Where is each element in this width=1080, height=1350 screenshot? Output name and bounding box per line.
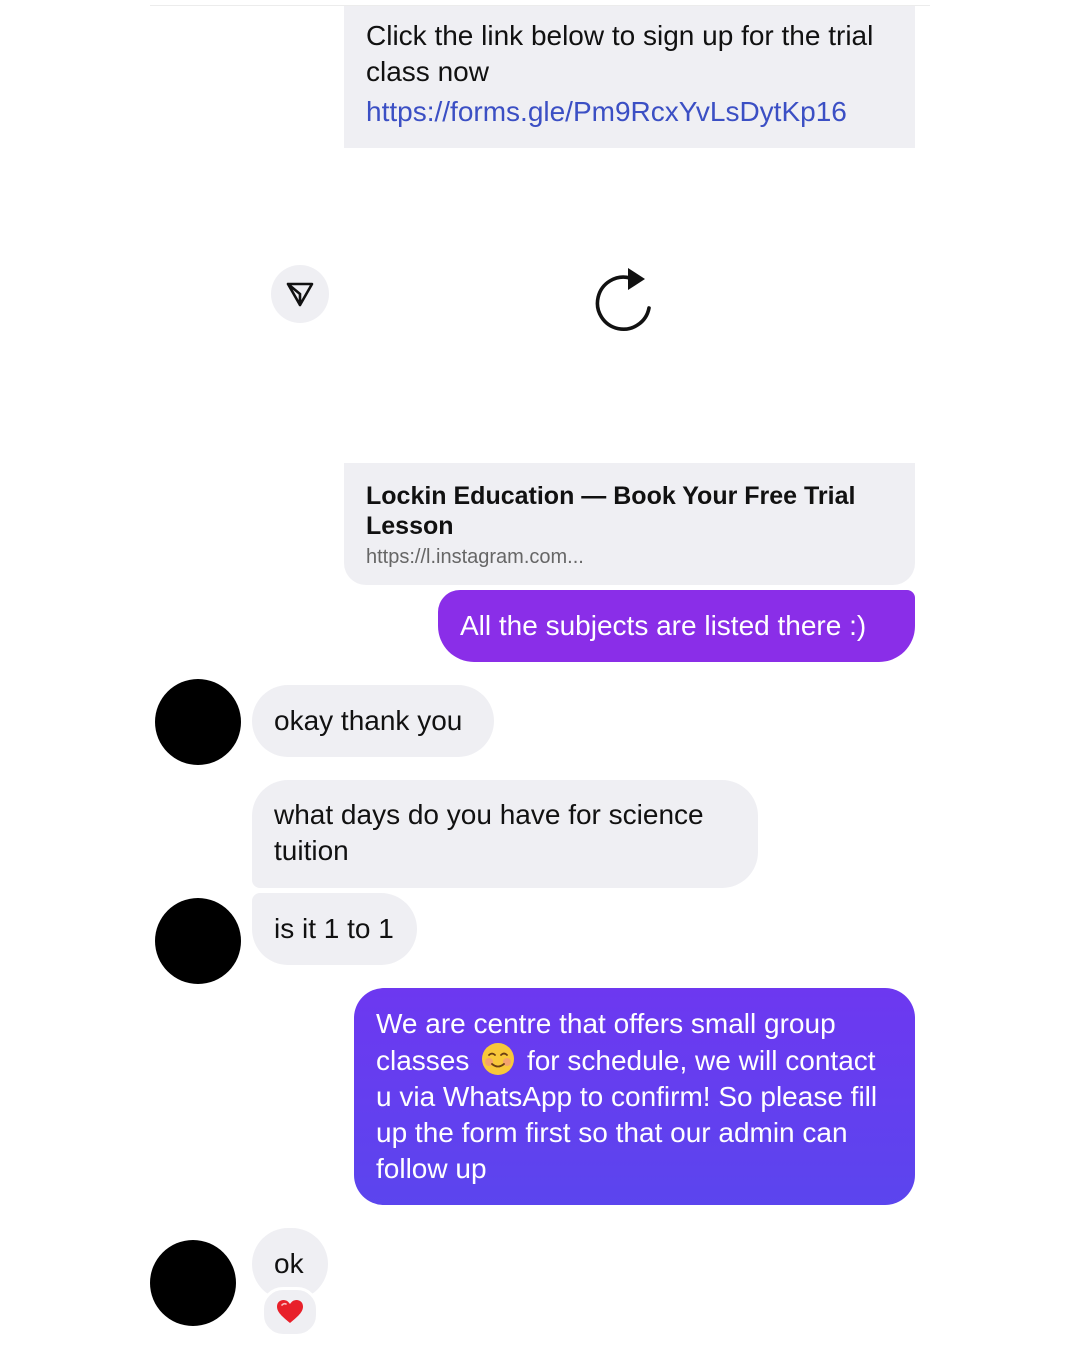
share-button[interactable] [271,265,329,323]
heart-emoji [277,1300,303,1323]
link-preview-title: Lockin Education — Book Your Free Trial … [366,482,856,540]
link-preview-card[interactable]: Lockin Education — Book Your Free Trial … [344,463,915,585]
outgoing-message[interactable]: All the subjects are listed there :) [438,590,915,662]
avatar[interactable] [155,679,241,765]
avatar[interactable] [155,898,241,984]
message-reaction[interactable] [261,1287,319,1337]
message-text: All the subjects are listed there :) [460,610,867,641]
incoming-message[interactable]: is it 1 to 1 [252,893,417,965]
message-text: is it 1 to 1 [274,913,394,944]
incoming-message[interactable]: okay thank you [252,685,494,757]
link-preview-url: https://l.instagram.com... [366,546,584,568]
smiling-face-emoji [482,1043,515,1075]
message-text: okay thank you [274,705,463,736]
signup-form-link[interactable]: https://forms.gle/Pm9RcxYvLsDytKp16 [366,94,893,130]
avatar[interactable] [150,1240,236,1326]
outgoing-message[interactable]: We are centre that offers small group cl… [354,988,915,1205]
incoming-message[interactable]: what days do you have for science tuitio… [252,780,758,888]
share-icon [286,282,314,307]
link-message-text: Click the link below to sign up for the … [366,20,874,87]
link-message-bubble[interactable]: Click the link below to sign up for the … [344,6,915,148]
message-text: ok [274,1248,304,1279]
reload-icon[interactable] [590,262,666,338]
message-text: what days do you have for science tuitio… [274,799,704,866]
